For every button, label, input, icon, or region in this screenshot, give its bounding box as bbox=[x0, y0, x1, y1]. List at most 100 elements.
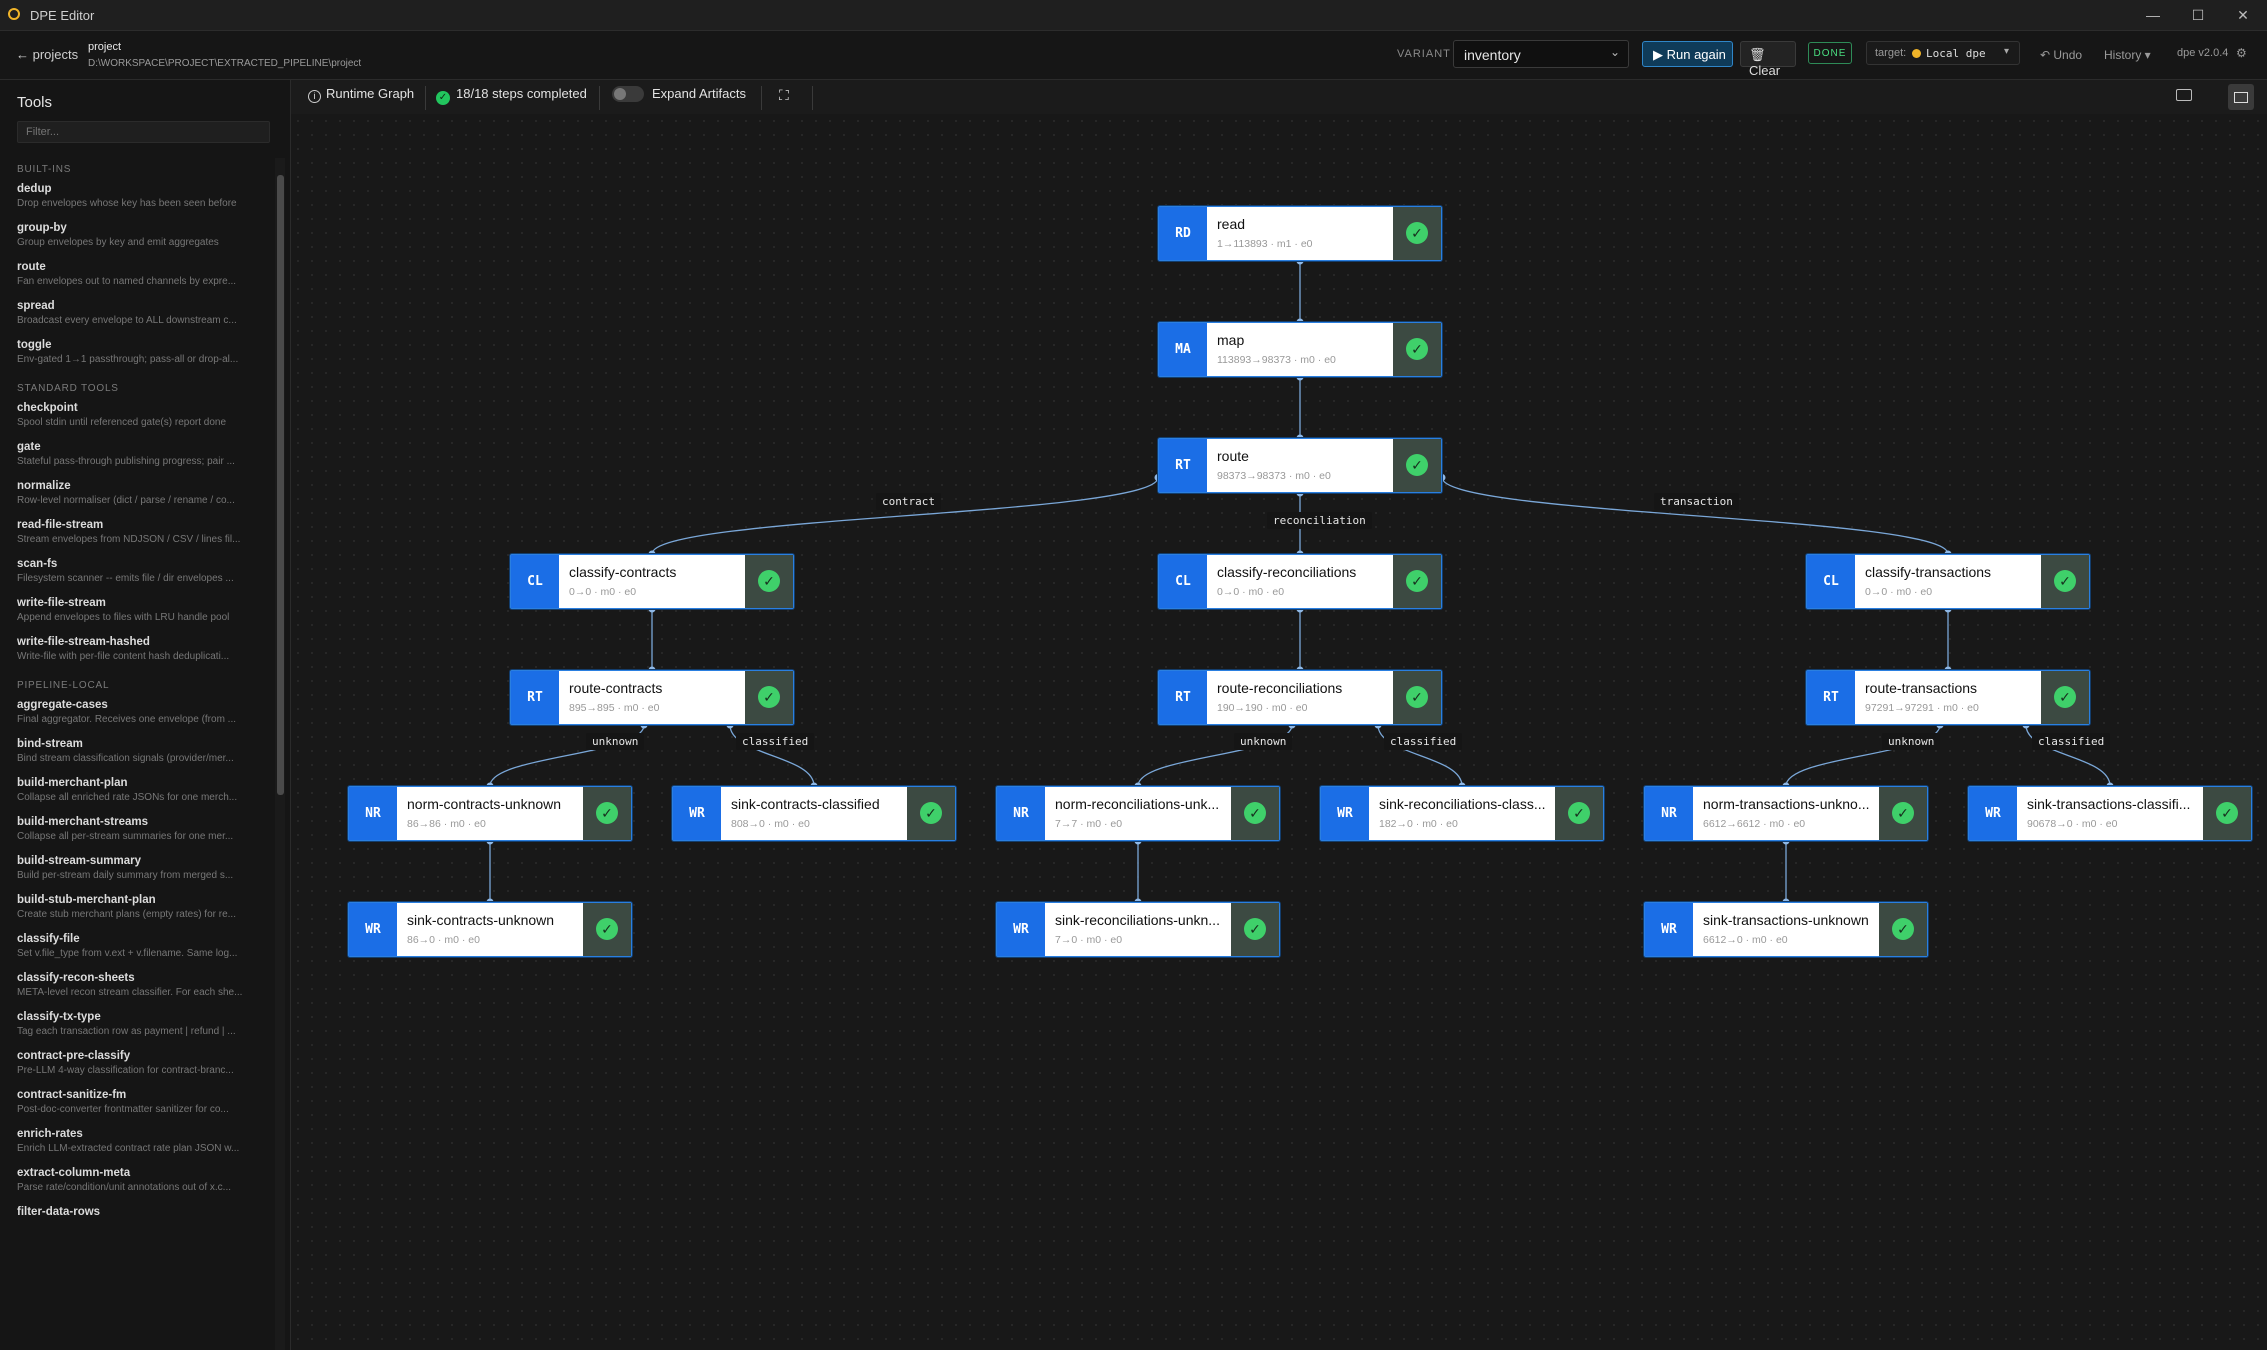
tool-item-classify-recon-sheets[interactable]: classify-recon-sheets META-level recon st… bbox=[17, 972, 257, 998]
tool-item-bind-stream[interactable]: bind-stream Bind stream classification si… bbox=[17, 738, 257, 764]
tool-item-checkpoint[interactable]: checkpoint Spool stdin until referenced g… bbox=[17, 402, 257, 428]
tool-description: Row-level normaliser (dict / parse / ren… bbox=[17, 495, 235, 506]
clear-button[interactable]: 🗑 Clear bbox=[1740, 41, 1796, 78]
tool-item-normalize[interactable]: normalize Row-level normaliser (dict / pa… bbox=[17, 480, 257, 506]
node-status[interactable]: ✓ bbox=[1393, 323, 1441, 376]
node-type-badge: WR bbox=[1321, 787, 1369, 840]
gear-icon[interactable]: ⚙ bbox=[2236, 46, 2247, 60]
node-label: map bbox=[1217, 332, 1245, 348]
tool-item-scan-fs[interactable]: scan-fs Filesystem scanner -- emits file … bbox=[17, 558, 257, 584]
node-status[interactable]: ✓ bbox=[1555, 787, 1603, 840]
history-button[interactable]: History ▾ bbox=[2104, 48, 2151, 62]
minimize-icon[interactable]: — bbox=[2133, 3, 2173, 27]
tool-name: group-by bbox=[17, 222, 67, 234]
tool-name: classify-tx-type bbox=[17, 1011, 101, 1023]
maximize-icon[interactable]: ☐ bbox=[2178, 3, 2218, 27]
variant-select[interactable]: inventory ⌄ bbox=[1453, 40, 1629, 68]
divider bbox=[425, 86, 426, 110]
undo-button[interactable]: ↶ Undo bbox=[2040, 48, 2082, 62]
graph-node-map[interactable]: MA map 113893→98373 · m0 · e0 ✓ bbox=[1158, 322, 1442, 377]
tool-name: normalize bbox=[17, 480, 71, 492]
node-status[interactable]: ✓ bbox=[745, 671, 793, 724]
graph-node-stc[interactable]: WR sink-transactions-classifi... 90678→0 ·… bbox=[1968, 786, 2252, 841]
node-status[interactable]: ✓ bbox=[1231, 903, 1279, 956]
panel-toggle-icon[interactable] bbox=[2228, 84, 2254, 110]
graph-node-ntu[interactable]: NR norm-transactions-unkno... 6612→6612 · … bbox=[1644, 786, 1928, 841]
expand-artifacts-toggle[interactable]: Expand Artifacts bbox=[612, 86, 746, 102]
tool-item-extract-column-meta[interactable]: extract-column-meta Parse rate/condition/… bbox=[17, 1167, 257, 1193]
graph-node-rt[interactable]: RT route-transactions 97291→97291 · m0 · e… bbox=[1806, 670, 2090, 725]
tool-item-gate[interactable]: gate Stateful pass-through publishing pro… bbox=[17, 441, 257, 467]
tool-item-filter-data-rows[interactable]: filter-data-rows bbox=[17, 1206, 257, 1221]
tool-description: Env-gated 1→1 passthrough; pass-all or d… bbox=[17, 354, 239, 365]
tool-item-classify-tx-type[interactable]: classify-tx-type Tag each transaction row… bbox=[17, 1011, 257, 1037]
graph-node-src[interactable]: WR sink-reconciliations-class... 182→0 · m… bbox=[1320, 786, 1604, 841]
tool-item-classify-file[interactable]: classify-file Set v.file_type from v.ext … bbox=[17, 933, 257, 959]
graph-node-route[interactable]: RT route 98373→98373 · m0 · e0 ✓ bbox=[1158, 438, 1442, 493]
node-status[interactable]: ✓ bbox=[2041, 555, 2089, 608]
node-status[interactable]: ✓ bbox=[583, 787, 631, 840]
graph-node-stu[interactable]: WR sink-transactions-unknown 6612→0 · m0 ·… bbox=[1644, 902, 1928, 957]
run-again-button[interactable]: ▶ Run again bbox=[1642, 41, 1733, 67]
target-value: Local dpe bbox=[1926, 47, 1986, 60]
graph-node-scc[interactable]: WR sink-contracts-classified 808→0 · m0 · … bbox=[672, 786, 956, 841]
node-status[interactable]: ✓ bbox=[1393, 555, 1441, 608]
node-label: sink-reconciliations-class... bbox=[1379, 796, 1546, 812]
tool-item-route[interactable]: route Fan envelopes out to named channels… bbox=[17, 261, 257, 287]
node-label: sink-reconciliations-unkn... bbox=[1055, 912, 1220, 928]
node-status[interactable]: ✓ bbox=[1231, 787, 1279, 840]
graph-node-nru[interactable]: NR norm-reconciliations-unk... 7→7 · m0 · … bbox=[996, 786, 1280, 841]
graph-node-ncu[interactable]: NR norm-contracts-unknown 86→86 · m0 · e0 ✓ bbox=[348, 786, 632, 841]
tool-item-contract-sanitize-fm[interactable]: contract-sanitize-fm Post-doc-converter f… bbox=[17, 1089, 257, 1115]
graph-node-rr[interactable]: RT route-reconciliations 190→190 · m0 · e0… bbox=[1158, 670, 1442, 725]
graph-node-ct[interactable]: CL classify-transactions 0→0 · m0 · e0 ✓ bbox=[1806, 554, 2090, 609]
tool-item-read-file-stream[interactable]: read-file-stream Stream envelopes from ND… bbox=[17, 519, 257, 545]
sidebar-scroll-thumb[interactable] bbox=[277, 175, 284, 795]
pipeline-graph-canvas[interactable]: contract reconciliation transaction unknown… bbox=[291, 114, 2267, 1350]
node-type-badge: WR bbox=[673, 787, 721, 840]
graph-node-cr[interactable]: CL classify-reconciliations 0→0 · m0 · e0 ✓ bbox=[1158, 554, 1442, 609]
check-circle-icon: ✓ bbox=[596, 918, 618, 940]
sidebar-section-title: PIPELINE-LOCAL bbox=[17, 680, 110, 691]
tool-item-contract-pre-classify[interactable]: contract-pre-classify Pre-LLM 4-way class… bbox=[17, 1050, 257, 1076]
node-status[interactable]: ✓ bbox=[1393, 207, 1441, 260]
graph-node-read[interactable]: RD read 1→113893 · m1 · e0 ✓ bbox=[1158, 206, 1442, 261]
tool-item-aggregate-cases[interactable]: aggregate-cases Final aggregator. Receive… bbox=[17, 699, 257, 725]
node-status[interactable]: ✓ bbox=[583, 903, 631, 956]
close-icon[interactable]: ✕ bbox=[2223, 3, 2263, 27]
graph-node-rc[interactable]: RT route-contracts 895→895 · m0 · e0 ✓ bbox=[510, 670, 794, 725]
tool-item-build-stream-summary[interactable]: build-stream-summary Build per-stream dai… bbox=[17, 855, 257, 881]
tool-description: Post-doc-converter frontmatter sanitizer… bbox=[17, 1104, 229, 1115]
chevron-down-icon: ⌄ bbox=[1609, 45, 1620, 59]
tool-item-write-file-stream[interactable]: write-file-stream Append envelopes to fil… bbox=[17, 597, 257, 623]
keyboard-icon[interactable] bbox=[2176, 89, 2192, 101]
tool-item-build-stub-merchant-plan[interactable]: build-stub-merchant-plan Create stub merc… bbox=[17, 894, 257, 920]
node-status[interactable]: ✓ bbox=[1879, 787, 1927, 840]
tool-item-spread[interactable]: spread Broadcast every envelope to ALL do… bbox=[17, 300, 257, 326]
back-to-projects-link[interactable]: ← projects bbox=[16, 47, 78, 62]
node-status[interactable]: ✓ bbox=[1879, 903, 1927, 956]
graph-node-sru[interactable]: WR sink-reconciliations-unkn... 7→0 · m0 ·… bbox=[996, 902, 1280, 957]
fullscreen-icon[interactable]: ⛶ bbox=[779, 87, 795, 103]
tool-item-build-merchant-plan[interactable]: build-merchant-plan Collapse all enriched… bbox=[17, 777, 257, 803]
node-status[interactable]: ✓ bbox=[1393, 439, 1441, 492]
runtime-graph-button[interactable]: i Runtime Graph bbox=[308, 86, 414, 103]
tool-item-group-by[interactable]: group-by Group envelopes by key and emit … bbox=[17, 222, 257, 248]
tool-item-build-merchant-streams[interactable]: build-merchant-streams Collapse all per-s… bbox=[17, 816, 257, 842]
graph-node-cc[interactable]: CL classify-contracts 0→0 · m0 · e0 ✓ bbox=[510, 554, 794, 609]
toggle-switch[interactable] bbox=[612, 86, 644, 102]
target-selector[interactable]: target: Local dpe ▾ bbox=[1866, 41, 2020, 65]
node-status[interactable]: ✓ bbox=[2203, 787, 2251, 840]
tool-item-dedup[interactable]: dedup Drop envelopes whose key has been s… bbox=[17, 183, 257, 209]
tool-item-write-file-stream-hashed[interactable]: write-file-stream-hashed Write-file with … bbox=[17, 636, 257, 662]
tool-item-toggle[interactable]: toggle Env-gated 1→1 passthrough; pass-al… bbox=[17, 339, 257, 365]
project-name: project bbox=[88, 41, 122, 53]
node-type-badge: NR bbox=[349, 787, 397, 840]
node-status[interactable]: ✓ bbox=[1393, 671, 1441, 724]
graph-node-scu[interactable]: WR sink-contracts-unknown 86→0 · m0 · e0 ✓ bbox=[348, 902, 632, 957]
node-status[interactable]: ✓ bbox=[907, 787, 955, 840]
node-status[interactable]: ✓ bbox=[745, 555, 793, 608]
tool-item-enrich-rates[interactable]: enrich-rates Enrich LLM-extracted contrac… bbox=[17, 1128, 257, 1154]
tools-filter-input[interactable] bbox=[17, 121, 270, 143]
node-status[interactable]: ✓ bbox=[2041, 671, 2089, 724]
